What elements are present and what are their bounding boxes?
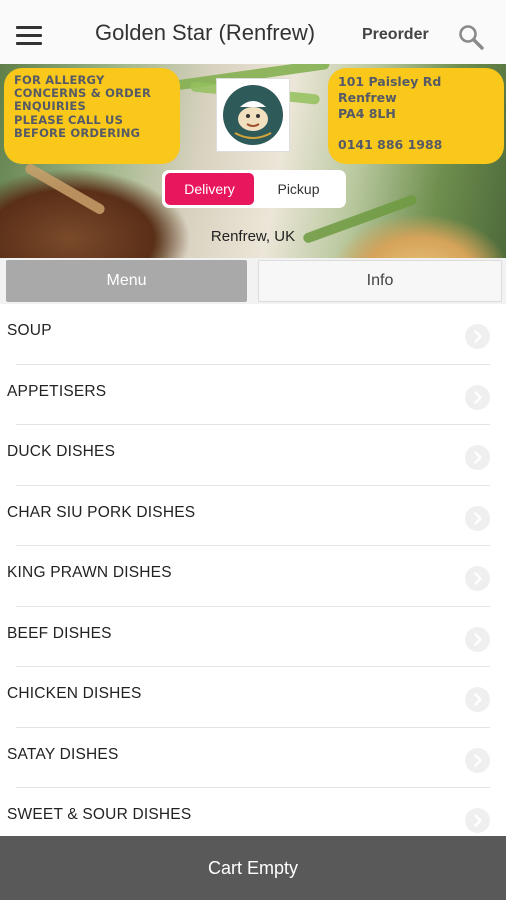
chevron-right-icon bbox=[465, 808, 490, 833]
phone-number[interactable]: 0141 886 1988 bbox=[338, 137, 494, 153]
tab-info[interactable]: Info bbox=[258, 260, 502, 302]
menu-category-item[interactable]: SATAY DISHES bbox=[0, 728, 506, 788]
menu-category-label: KING PRAWN DISHES bbox=[7, 564, 172, 581]
cart-status-label: Cart Empty bbox=[207, 857, 299, 878]
menu-category-label: SATAY DISHES bbox=[7, 745, 119, 763]
menu-category-label: BEEF DISHES bbox=[7, 624, 112, 642]
chef-logo-icon bbox=[223, 85, 283, 145]
pickup-option[interactable]: Pickup bbox=[254, 173, 343, 205]
chevron-right-icon bbox=[465, 626, 490, 652]
menu-category-label: CHICKEN DISHES bbox=[7, 685, 142, 702]
address-line: Renfrew bbox=[338, 90, 397, 105]
address-line: PA4 8LH bbox=[338, 106, 396, 121]
chevron-right-icon bbox=[465, 566, 490, 591]
search-icon[interactable] bbox=[458, 24, 484, 50]
chevron-right-icon bbox=[465, 324, 490, 349]
menu-category-list: SOUP APPETISERS DUCK DISHES CHAR SIU PORK D… bbox=[0, 304, 506, 849]
menu-category-label: APPETISERS bbox=[7, 382, 107, 400]
section-tabs: Menu Info bbox=[0, 258, 506, 304]
menu-category-label: CHAR SIU PORK DISHES bbox=[7, 503, 196, 521]
address-card: 101 Paisley Rd Renfrew PA4 8LH 0141 886 … bbox=[328, 68, 504, 164]
order-mode-toggle: Delivery Pickup bbox=[162, 170, 346, 208]
chevron-right-icon bbox=[465, 445, 490, 470]
chevron-right-icon bbox=[465, 505, 490, 531]
delivery-option[interactable]: Delivery bbox=[165, 173, 254, 205]
allergy-notice-line: PLEASE CALL US BEFORE ORDERING bbox=[14, 113, 141, 140]
restaurant-logo bbox=[216, 78, 290, 152]
menu-category-item[interactable]: SOUP bbox=[0, 304, 506, 365]
menu-category-item[interactable]: CHAR SIU PORK DISHES bbox=[0, 486, 506, 546]
chevron-right-icon bbox=[465, 384, 490, 410]
menu-category-label: DUCK DISHES bbox=[7, 443, 116, 460]
menu-category-item[interactable]: BEEF DISHES bbox=[0, 607, 506, 667]
chevron-right-icon bbox=[465, 687, 490, 712]
menu-category-item[interactable]: CHICKEN DISHES bbox=[0, 667, 506, 728]
menu-category-item[interactable]: KING PRAWN DISHES bbox=[0, 546, 506, 607]
allergy-notice-line: FOR ALLERGY CONCERNS & ORDER ENQUIRIES bbox=[14, 73, 152, 113]
preorder-button[interactable]: Preorder bbox=[362, 26, 429, 44]
menu-category-label: SOUP bbox=[7, 322, 52, 339]
restaurant-location: Renfrew, UK bbox=[210, 228, 296, 245]
address-line: 101 Paisley Rd bbox=[338, 74, 442, 89]
tab-menu[interactable]: Menu bbox=[6, 260, 247, 302]
hamburger-menu-icon[interactable] bbox=[16, 26, 42, 46]
menu-category-label: SWEET & SOUR DISHES bbox=[7, 806, 192, 823]
menu-category-item[interactable]: DUCK DISHES bbox=[0, 425, 506, 486]
top-app-bar: Golden Star (Renfrew) Preorder bbox=[0, 0, 506, 64]
restaurant-title: Golden Star (Renfrew) bbox=[95, 20, 316, 45]
cart-button[interactable]: Cart Empty bbox=[0, 836, 506, 900]
allergy-notice: FOR ALLERGY CONCERNS & ORDER ENQUIRIES P… bbox=[4, 68, 180, 164]
menu-category-item[interactable]: APPETISERS bbox=[0, 365, 506, 425]
chevron-right-icon bbox=[465, 747, 490, 773]
